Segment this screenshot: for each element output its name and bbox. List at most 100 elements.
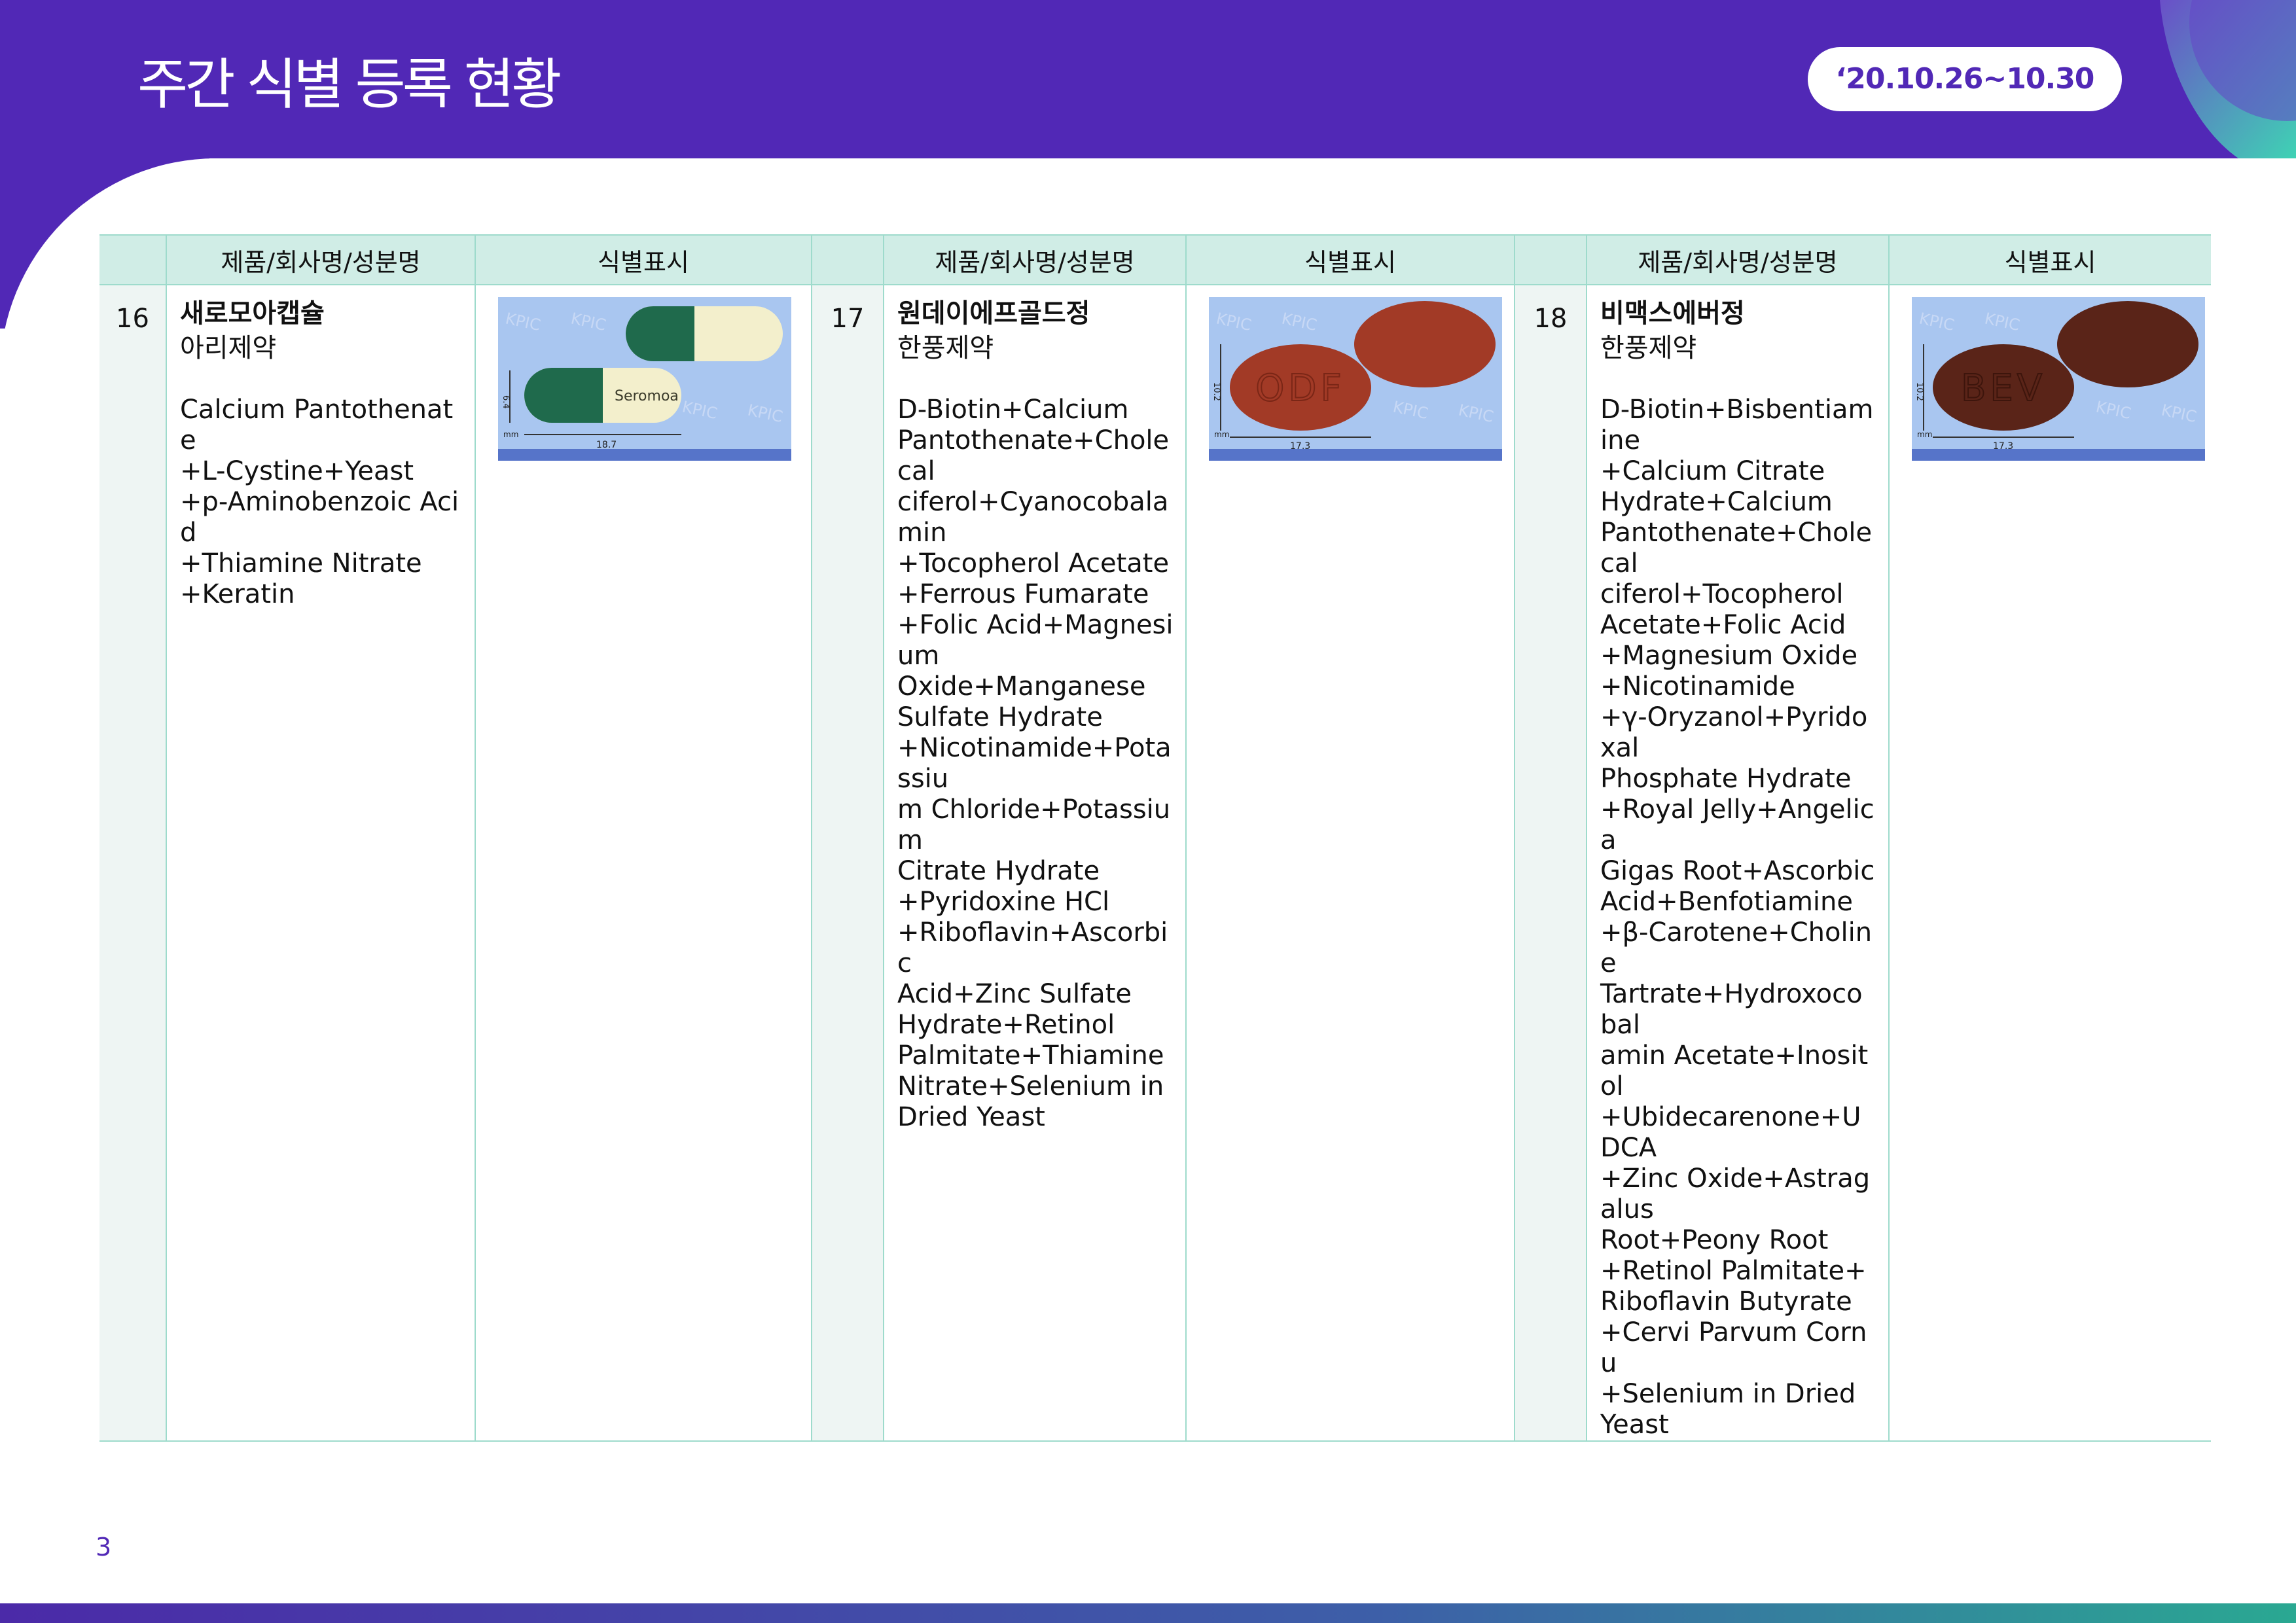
svg-text:10.2: 10.2 bbox=[1914, 382, 1924, 401]
item-number: 17 bbox=[831, 304, 865, 334]
item-number-cell: 18 bbox=[1514, 285, 1587, 1442]
header-mark: 식별표시 bbox=[475, 234, 812, 285]
ingredient-line: +Calcium Citrate bbox=[1600, 456, 1825, 486]
ingredient-line: Nitrate+Selenium in bbox=[897, 1071, 1164, 1101]
image-footer-stripe bbox=[498, 449, 791, 461]
ingredients-list: Calcium Pantothenate +L-Cystine+Yeast +p-A… bbox=[180, 395, 463, 610]
ingredient-line: +Folic Acid+Magnesium bbox=[897, 610, 1174, 671]
product-name: 비맥스에버정 bbox=[1600, 298, 1745, 329]
ingredient-line: +Nicotinamide+Potassiu bbox=[897, 733, 1172, 794]
ingredient-line: +Thiamine Nitrate bbox=[180, 548, 422, 579]
ingredient-line: Gigas Root+Ascorbic bbox=[1600, 856, 1875, 886]
ingredient-line: Pantothenate+Cholecal bbox=[1600, 518, 1873, 579]
ingredient-line: +Keratin bbox=[180, 579, 295, 609]
ingredients-list: D-Biotin+Calcium Pantothenate+Cholecal cif… bbox=[897, 395, 1174, 1133]
svg-text:KPIC: KPIC bbox=[681, 397, 719, 423]
item-number-cell: 17 bbox=[811, 285, 884, 1442]
product-info-cell: 비맥스에버정 한풍제약 D-Biotin+Bisbentiamine +Calci… bbox=[1586, 285, 1889, 1442]
footer-bar bbox=[0, 1603, 2296, 1623]
svg-text:10.2: 10.2 bbox=[1211, 382, 1221, 401]
svg-text:KPIC: KPIC bbox=[504, 309, 543, 334]
ingredient-line: +Pyridoxine HCl bbox=[897, 887, 1110, 917]
product-info-cell: 새로모아캡슐 아리제약 Calcium Pantothenate +L-Cysti… bbox=[166, 285, 475, 1442]
date-range-badge: ‘20.10.26~10.30 bbox=[1808, 47, 2122, 111]
ingredient-line: ciferol+Tocopherol bbox=[1600, 579, 1844, 609]
header-product: 제품/회사명/성분명 bbox=[883, 234, 1186, 285]
ingredient-line: Acid+Benfotiamine bbox=[1600, 887, 1853, 917]
ingredient-line: +Tocopherol Acetate bbox=[897, 548, 1170, 579]
ingredient-line: ciferol+Cyanocobalamin bbox=[897, 487, 1169, 548]
ingredient-line: +L-Cystine+Yeast bbox=[180, 456, 414, 486]
ingredient-line: Dried Yeast bbox=[897, 1102, 1045, 1132]
ingredient-line: +Cervi Parvum Cornu bbox=[1600, 1317, 1867, 1378]
ingredient-line: Yeast bbox=[1600, 1410, 1669, 1440]
svg-text:mm: mm bbox=[1917, 430, 1932, 439]
ingredient-line: Acetate+Folic Acid bbox=[1600, 610, 1846, 640]
ingredient-line: D-Biotin+Calcium bbox=[897, 395, 1129, 425]
ingredient-line: Palmitate+Thiamine bbox=[897, 1041, 1164, 1071]
corner-decoration bbox=[2160, 0, 2296, 158]
image-footer-stripe bbox=[1912, 449, 2205, 461]
ingredient-line: Calcium Pantothenate bbox=[180, 395, 454, 455]
svg-text:KPIC: KPIC bbox=[1215, 309, 1253, 334]
header-blank bbox=[811, 234, 884, 285]
ingredient-line: D-Biotin+Bisbentiamine bbox=[1600, 395, 1874, 455]
svg-text:6.4: 6.4 bbox=[501, 395, 511, 409]
ingredient-line: +Nicotinamide bbox=[1600, 671, 1795, 702]
tablet-image: KPIC KPIC KPIC KPIC BEV 10.2 17.3 mm bbox=[1912, 297, 2205, 461]
svg-text:KPIC: KPIC bbox=[1457, 401, 1496, 426]
image-footer-stripe bbox=[1209, 449, 1502, 461]
product-name: 새로모아캡슐 bbox=[180, 298, 325, 329]
ingredient-line: Root+Peony Root bbox=[1600, 1225, 1829, 1255]
header-blank bbox=[1514, 234, 1587, 285]
ingredient-line: +Retinol Palmitate+ bbox=[1600, 1256, 1867, 1286]
header-blank bbox=[99, 234, 166, 285]
header-product: 제품/회사명/성분명 bbox=[1586, 234, 1889, 285]
ingredient-line: +Selenium in Dried bbox=[1600, 1379, 1856, 1409]
ingredient-line: Tartrate+Hydroxocobal bbox=[1600, 979, 1863, 1040]
header-mark: 식별표시 bbox=[1185, 234, 1515, 285]
svg-text:KPIC: KPIC bbox=[1280, 309, 1319, 334]
company-name: 아리제약 bbox=[180, 333, 277, 363]
svg-text:KPIC: KPIC bbox=[569, 309, 608, 334]
svg-text:KPIC: KPIC bbox=[2094, 397, 2133, 423]
svg-text:KPIC: KPIC bbox=[1918, 309, 1956, 334]
header-product: 제품/회사명/성분명 bbox=[166, 234, 475, 285]
identification-image-cell: KPIC KPIC KPIC KPIC Seromoa 6.4 18.7 mm bbox=[475, 285, 812, 1442]
ingredient-line: +γ-Oryzanol+Pyridoxal bbox=[1600, 702, 1868, 763]
identification-image-cell: KPIC KPIC KPIC KPIC ODF 10.2 17.3 mm bbox=[1185, 285, 1515, 1442]
ingredient-line: +Zinc Oxide+Astragalus bbox=[1600, 1164, 1871, 1224]
ingredient-line: Phosphate Hydrate bbox=[1600, 764, 1852, 794]
product-info-cell: 원데이에프골드정 한풍제약 D-Biotin+Calcium Pantothena… bbox=[883, 285, 1186, 1442]
table-row: 16 새로모아캡슐 아리제약 Calcium Pantothenate +L-Cy… bbox=[99, 285, 2211, 1442]
ingredient-line: Acid+Zinc Sulfate bbox=[897, 979, 1132, 1009]
svg-text:BEV: BEV bbox=[1961, 367, 2046, 410]
company-name: 한풍제약 bbox=[897, 333, 994, 363]
page-title: 주간 식별 등록 현황 bbox=[137, 52, 562, 116]
ingredient-line: Citrate Hydrate bbox=[897, 856, 1100, 886]
ingredient-line: +p-Aminobenzoic Acid bbox=[180, 487, 459, 548]
ingredient-line: amin Acetate+Inositol bbox=[1600, 1041, 1869, 1101]
product-name: 원데이에프골드정 bbox=[897, 298, 1090, 329]
ingredient-line: m Chloride+Potassium bbox=[897, 794, 1171, 855]
svg-text:KPIC: KPIC bbox=[746, 401, 785, 426]
registration-table: 제품/회사명/성분명 식별표시 제품/회사명/성분명 식별표시 제품/회사명/성… bbox=[99, 234, 2211, 1442]
ingredient-line: +Ubidecarenone+UDCA bbox=[1600, 1102, 1861, 1163]
ingredient-line: Pantothenate+Cholecal bbox=[897, 425, 1170, 486]
ingredient-line: +Magnesium Oxide bbox=[1600, 641, 1858, 671]
ingredient-line: +β-Carotene+Choline bbox=[1600, 918, 1873, 978]
ingredient-line: Hydrate+Retinol bbox=[897, 1010, 1115, 1040]
svg-text:KPIC: KPIC bbox=[1391, 397, 1430, 423]
svg-text:KPIC: KPIC bbox=[2160, 401, 2198, 426]
ingredient-line: Hydrate+Calcium bbox=[1600, 487, 1833, 517]
table-header-row: 제품/회사명/성분명 식별표시 제품/회사명/성분명 식별표시 제품/회사명/성… bbox=[99, 234, 2211, 285]
header-mark: 식별표시 bbox=[1888, 234, 2211, 285]
svg-text:mm: mm bbox=[1214, 430, 1229, 439]
ingredient-line: +Ferrous Fumarate bbox=[897, 579, 1149, 609]
item-number: 16 bbox=[116, 304, 149, 334]
ingredient-line: Riboflavin Butyrate bbox=[1600, 1287, 1852, 1317]
identification-image-cell: KPIC KPIC KPIC KPIC BEV 10.2 17.3 mm bbox=[1888, 285, 2211, 1442]
ingredient-line: Sulfate Hydrate bbox=[897, 702, 1103, 732]
svg-text:mm: mm bbox=[503, 430, 518, 439]
capsule-image: KPIC KPIC KPIC KPIC Seromoa 6.4 18.7 mm bbox=[498, 297, 791, 461]
